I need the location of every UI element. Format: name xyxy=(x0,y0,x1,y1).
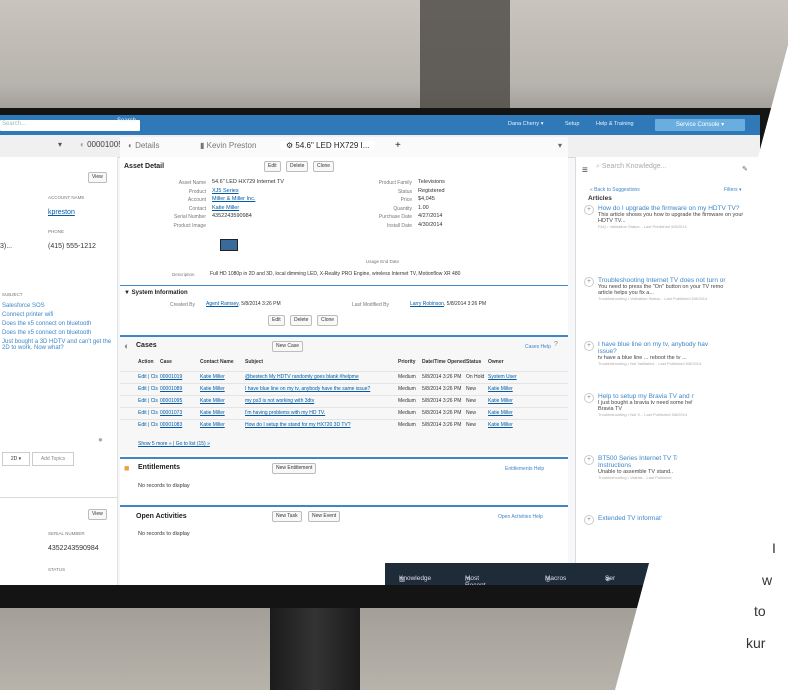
overlay-text-line2: w xyxy=(762,572,773,588)
overlay-text-line1: I xyxy=(772,540,776,556)
white-diagonal-overlay xyxy=(615,45,788,690)
overlay-text-line3: to xyxy=(754,603,766,619)
overlay-text-line4: kur xyxy=(746,635,766,651)
